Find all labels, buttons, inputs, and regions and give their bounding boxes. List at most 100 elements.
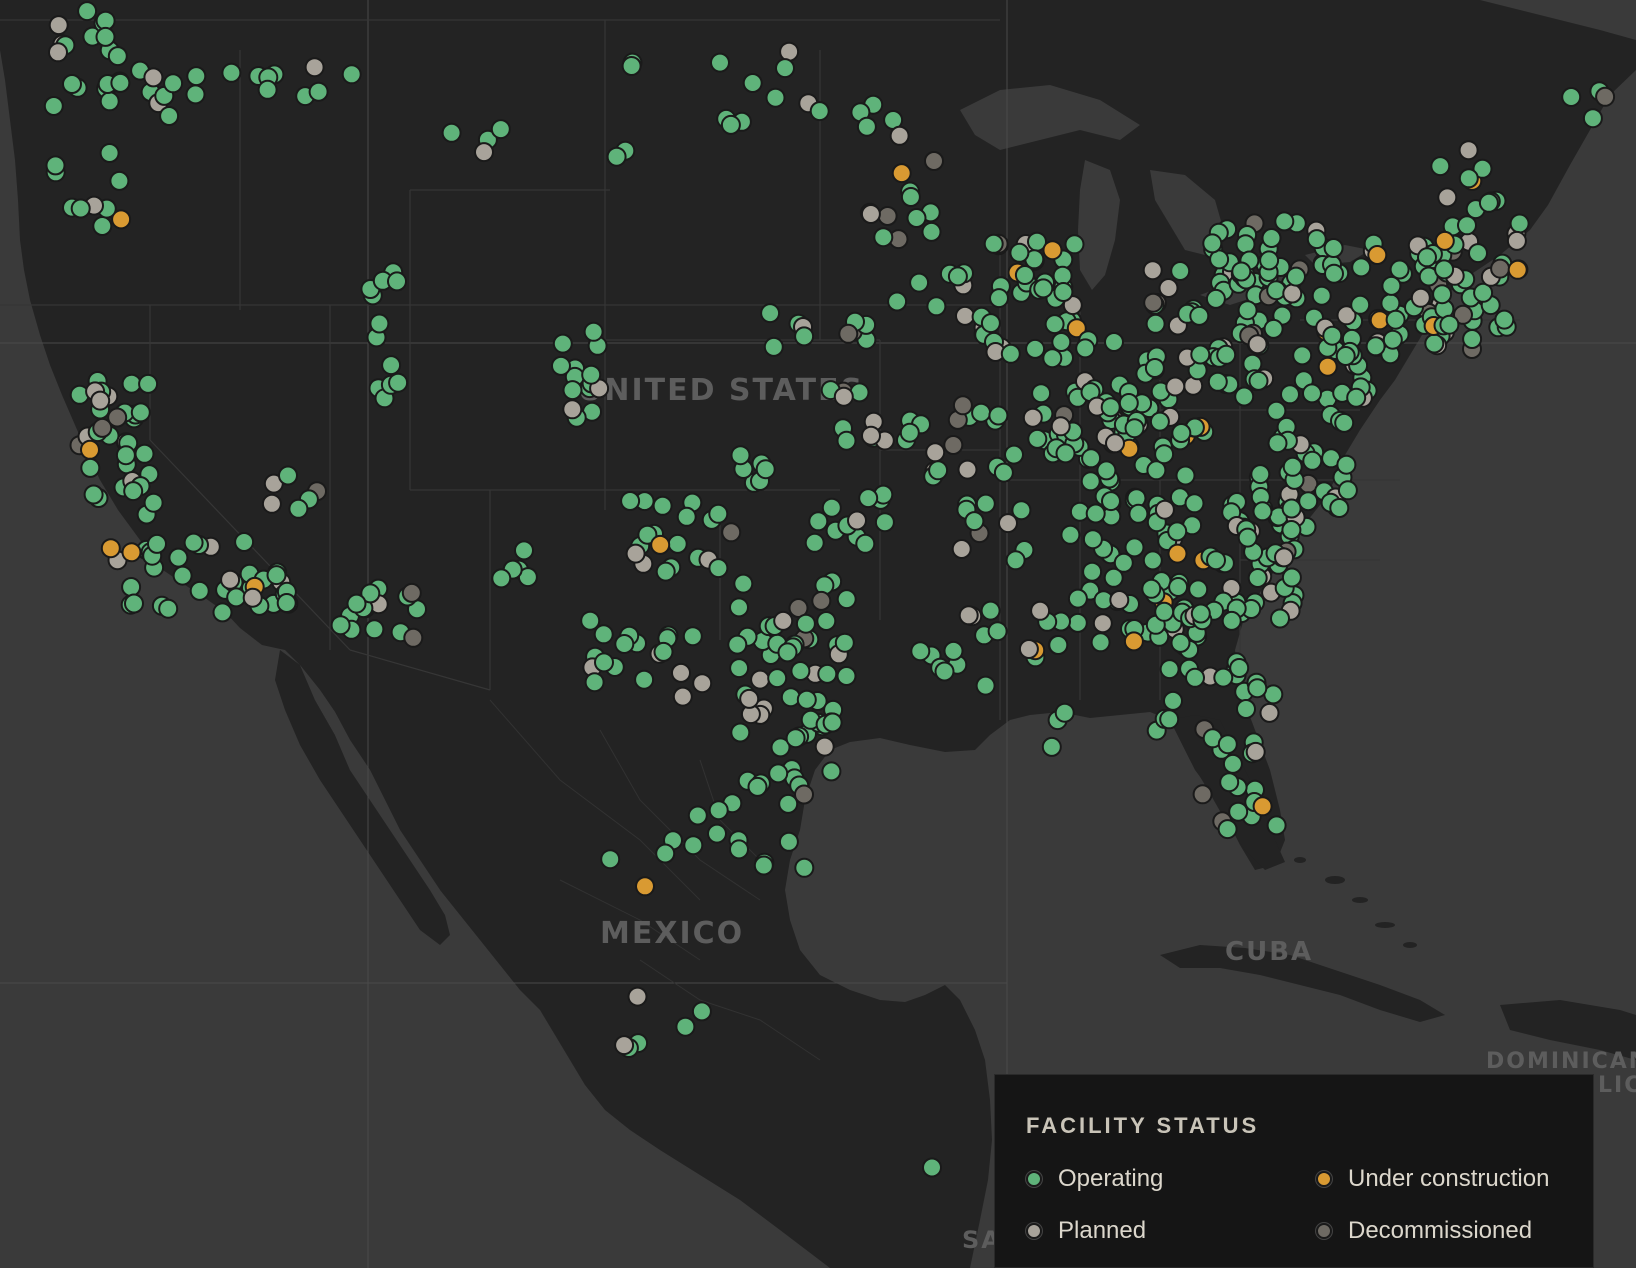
facility-marker-operating[interactable] — [926, 296, 947, 317]
facility-marker-operating[interactable] — [780, 687, 801, 708]
facility-marker-under-construction[interactable] — [650, 534, 671, 555]
facility-marker-operating[interactable] — [1206, 550, 1226, 571]
facility-marker-operating[interactable] — [138, 373, 159, 394]
facility-marker-operating[interactable] — [95, 26, 116, 47]
facility-marker-operating[interactable] — [1267, 433, 1288, 454]
facility-marker-operating[interactable] — [341, 64, 362, 85]
facility-marker-planned[interactable] — [847, 510, 867, 531]
facility-marker-operating[interactable] — [1561, 87, 1582, 107]
facility-marker-operating[interactable] — [552, 333, 573, 354]
facility-marker-operating[interactable] — [388, 372, 409, 393]
facility-marker-operating[interactable] — [1096, 460, 1117, 481]
facility-marker-operating[interactable] — [1149, 411, 1170, 432]
facility-marker-operating[interactable] — [183, 532, 204, 553]
facility-marker-operating[interactable] — [80, 457, 101, 478]
facility-marker-operating[interactable] — [1247, 568, 1268, 588]
facility-marker-planned[interactable] — [957, 459, 978, 480]
facility-marker-operating[interactable] — [943, 640, 964, 661]
facility-marker-operating[interactable] — [730, 445, 751, 466]
facility-marker-operating[interactable] — [1025, 338, 1046, 359]
facility-marker-under-construction[interactable] — [1123, 631, 1144, 652]
facility-marker-operating[interactable] — [1213, 667, 1234, 688]
facility-marker-operating[interactable] — [858, 488, 879, 509]
facility-marker-planned[interactable] — [1092, 613, 1113, 634]
facility-marker-operating[interactable] — [1329, 498, 1350, 518]
facility-marker-operating[interactable] — [1582, 108, 1603, 129]
facility-marker-operating[interactable] — [1389, 259, 1410, 280]
facility-marker-operating[interactable] — [794, 326, 815, 347]
facility-marker-operating[interactable] — [975, 493, 996, 514]
facility-marker-decommissioned[interactable] — [943, 435, 964, 455]
facility-marker-operating[interactable] — [873, 227, 894, 248]
facility-marker-operating[interactable] — [1385, 309, 1406, 330]
facility-marker-operating[interactable] — [551, 355, 571, 376]
facility-marker-operating[interactable] — [1217, 734, 1238, 755]
facility-marker-operating[interactable] — [121, 373, 142, 394]
facility-marker-planned[interactable] — [779, 41, 800, 62]
facility-marker-operating[interactable] — [172, 565, 193, 586]
facility-marker-operating[interactable] — [975, 675, 996, 696]
facility-marker-operating[interactable] — [1067, 588, 1088, 609]
facility-marker-operating[interactable] — [1205, 288, 1226, 309]
facility-marker-decommissioned[interactable] — [1595, 86, 1616, 107]
facility-marker-operating[interactable] — [821, 761, 842, 782]
facility-marker-operating[interactable] — [1054, 702, 1075, 723]
facility-marker-operating[interactable] — [1323, 238, 1344, 258]
facility-marker-operating[interactable] — [369, 313, 390, 334]
facility-marker-operating[interactable] — [1417, 247, 1437, 268]
facility-marker-planned[interactable] — [773, 610, 794, 631]
facility-marker-decommissioned[interactable] — [924, 151, 944, 171]
facility-marker-operating[interactable] — [1350, 294, 1371, 315]
facility-marker-operating[interactable] — [760, 303, 781, 324]
facility-marker-operating[interactable] — [634, 669, 655, 690]
facility-marker-operating[interactable] — [708, 800, 729, 821]
facility-marker-operating[interactable] — [742, 73, 763, 93]
facility-marker-planned[interactable] — [1282, 283, 1303, 304]
facility-marker-operating[interactable] — [1189, 305, 1210, 326]
facility-marker-operating[interactable] — [1439, 314, 1460, 335]
facility-marker-operating[interactable] — [1055, 443, 1076, 464]
facility-marker-operating[interactable] — [1306, 229, 1327, 250]
facility-marker-planned[interactable] — [1154, 499, 1175, 520]
facility-marker-operating[interactable] — [1270, 608, 1290, 629]
facility-marker-operating[interactable] — [1075, 338, 1096, 359]
facility-marker-planned[interactable] — [242, 587, 263, 608]
facility-marker-planned[interactable] — [562, 399, 583, 420]
facility-marker-operating[interactable] — [1009, 242, 1030, 263]
facility-marker-operating[interactable] — [790, 661, 811, 681]
facility-marker-planned[interactable] — [48, 42, 68, 63]
facility-marker-operating[interactable] — [1236, 699, 1256, 719]
facility-marker-operating[interactable] — [899, 422, 920, 443]
facility-marker-operating[interactable] — [257, 79, 278, 100]
facility-marker-operating[interactable] — [1231, 261, 1252, 282]
facility-marker-operating[interactable] — [964, 511, 985, 532]
facility-marker-operating[interactable] — [1457, 215, 1477, 236]
facility-marker-operating[interactable] — [730, 722, 751, 743]
facility-marker-planned[interactable] — [861, 425, 881, 446]
facility-marker-operating[interactable] — [1221, 610, 1242, 631]
facility-marker-operating[interactable] — [683, 835, 704, 856]
facility-marker-decommissioned[interactable] — [877, 206, 898, 226]
facility-marker-operating[interactable] — [1042, 348, 1063, 369]
facility-marker-operating[interactable] — [606, 146, 627, 167]
facility-marker-operating[interactable] — [1004, 444, 1024, 465]
facility-marker-operating[interactable] — [381, 355, 402, 376]
facility-marker-operating[interactable] — [1168, 577, 1189, 597]
facility-marker-planned[interactable] — [925, 442, 946, 463]
facility-marker-operating[interactable] — [1053, 282, 1074, 302]
facility-marker-operating[interactable] — [1000, 343, 1021, 364]
facility-marker-operating[interactable] — [727, 634, 748, 655]
facility-marker-operating[interactable] — [988, 405, 1009, 426]
facility-marker-operating[interactable] — [1248, 370, 1269, 391]
facility-marker-planned[interactable] — [625, 543, 646, 564]
facility-marker-operating[interactable] — [189, 580, 210, 601]
facility-marker-operating[interactable] — [778, 793, 799, 814]
facility-marker-operating[interactable] — [910, 641, 931, 662]
facility-marker-operating[interactable] — [1458, 168, 1479, 189]
facility-marker-operating[interactable] — [1188, 579, 1209, 600]
facility-marker-planned[interactable] — [1022, 407, 1043, 428]
facility-marker-operating[interactable] — [1424, 333, 1445, 354]
facility-marker-operating[interactable] — [1113, 552, 1134, 573]
facility-marker-operating[interactable] — [729, 597, 749, 618]
facility-marker-operating[interactable] — [1322, 325, 1343, 346]
